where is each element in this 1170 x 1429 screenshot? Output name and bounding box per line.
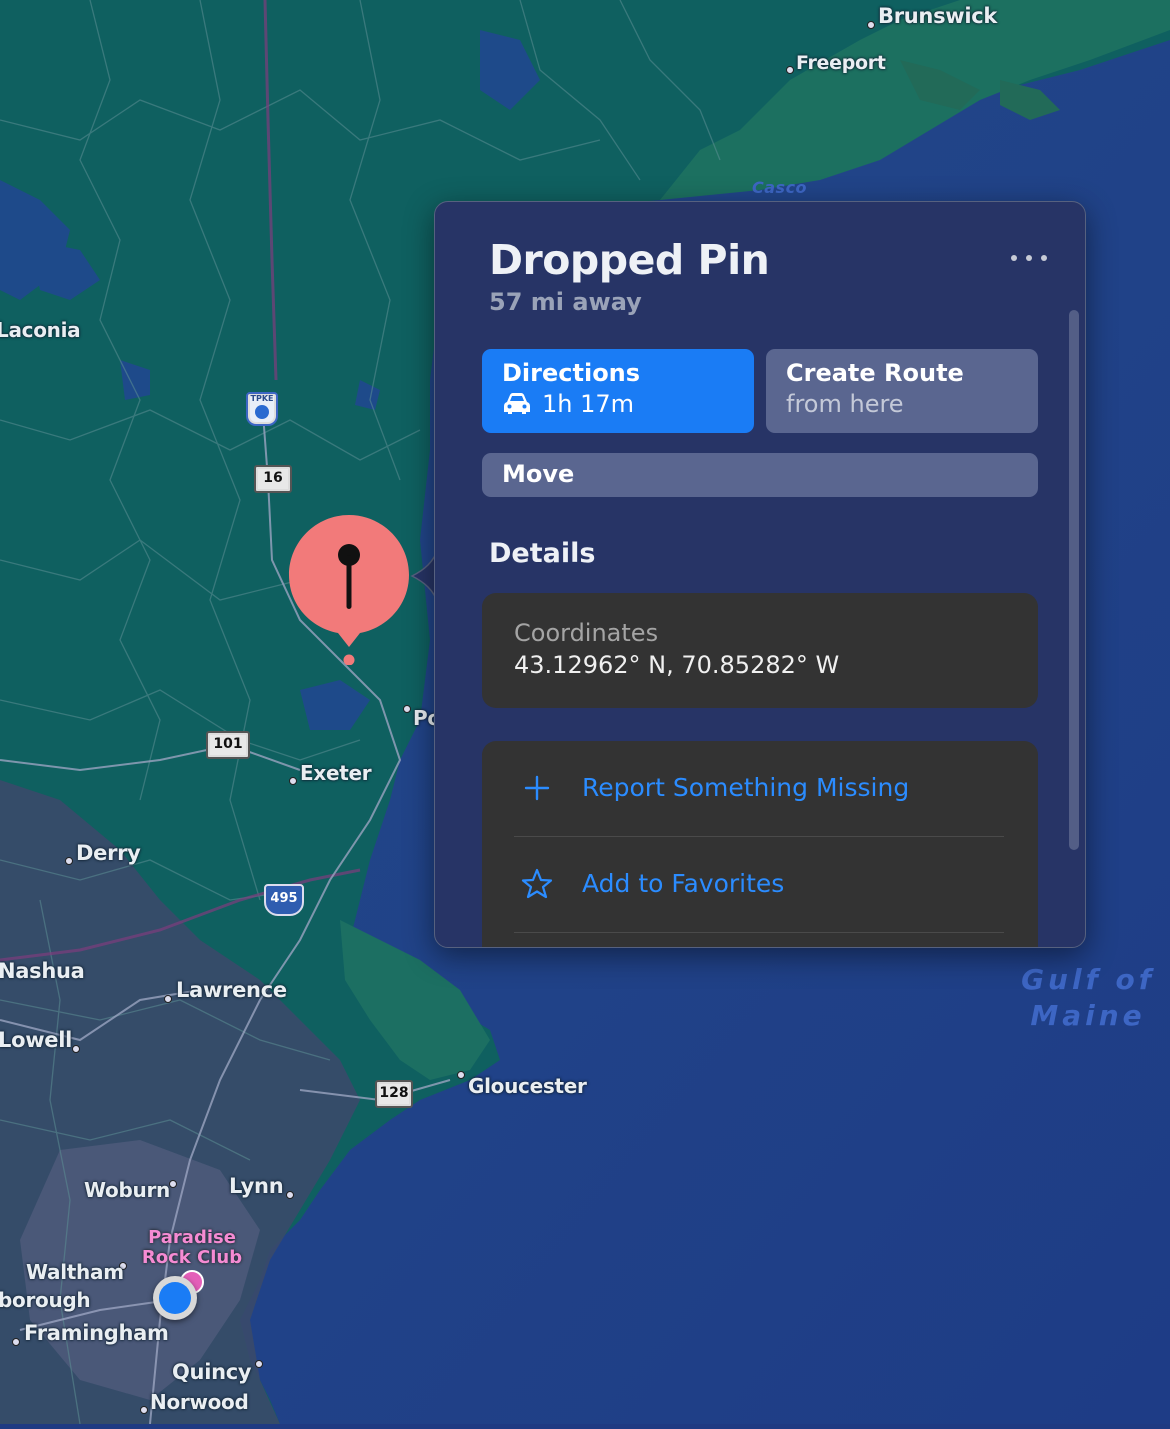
city-norwood[interactable]: Norwood bbox=[150, 1390, 249, 1414]
divider bbox=[514, 932, 1004, 933]
ellipsis-icon bbox=[1041, 255, 1047, 261]
report-something-missing-button[interactable]: Report Something Missing bbox=[482, 741, 1038, 837]
create-route-button[interactable]: Create Route from here bbox=[766, 349, 1038, 433]
city-dot bbox=[286, 1191, 294, 1199]
popover-scrollbar[interactable] bbox=[1069, 310, 1079, 850]
city-dot bbox=[140, 1406, 148, 1414]
city-dot bbox=[164, 995, 172, 1003]
water-label-gulf-of-maine: Gulf of Maine bbox=[1018, 962, 1158, 1034]
city-dot bbox=[867, 21, 875, 29]
create-route-sub: from here bbox=[786, 390, 904, 418]
user-location-icon[interactable] bbox=[153, 1276, 197, 1320]
directions-time: 1h 17m bbox=[542, 390, 635, 418]
report-missing-label: Report Something Missing bbox=[582, 773, 910, 802]
place-card-popover: Dropped Pin 57 mi away Directions 1h 17m… bbox=[434, 201, 1086, 948]
city-lawrence[interactable]: Lawrence bbox=[176, 978, 287, 1002]
route-128-shield: 128 bbox=[375, 1080, 413, 1108]
coordinates-label: Coordinates bbox=[514, 619, 659, 647]
water-label-casco: Casco bbox=[752, 178, 808, 197]
city-dot bbox=[72, 1045, 80, 1053]
coordinates-value: 43.12962° N, 70.85282° W bbox=[514, 651, 840, 679]
city-lowell[interactable]: Lowell bbox=[0, 1028, 72, 1052]
poi-label-line2: Rock Club bbox=[141, 1247, 243, 1268]
city-laconia[interactable]: Laconia bbox=[0, 318, 81, 342]
city-dot bbox=[169, 1180, 177, 1188]
turnpike-emblem-icon bbox=[255, 405, 269, 419]
poi-label-line1: Paradise bbox=[148, 1227, 236, 1248]
city-dot bbox=[255, 1360, 263, 1368]
coordinates-card[interactable]: Coordinates 43.12962° N, 70.85282° W bbox=[482, 593, 1038, 708]
city-dot bbox=[65, 857, 73, 865]
add-to-favorites-button[interactable]: Add to Favorites bbox=[482, 837, 1038, 933]
directions-eta: 1h 17m bbox=[502, 388, 734, 420]
place-distance: 57 mi away bbox=[489, 288, 642, 316]
car-icon bbox=[504, 393, 530, 414]
city-brunswick[interactable]: Brunswick bbox=[878, 4, 997, 28]
city-lynn[interactable]: Lynn bbox=[229, 1174, 284, 1198]
more-options-button[interactable] bbox=[1011, 248, 1047, 268]
user-location-dot bbox=[159, 1282, 191, 1314]
city-woburn[interactable]: Woburn bbox=[84, 1178, 170, 1202]
route-101-shield: 101 bbox=[206, 731, 250, 759]
city-gloucester[interactable]: Gloucester bbox=[468, 1074, 587, 1098]
move-label: Move bbox=[502, 460, 575, 488]
interstate-495-shield: 495 bbox=[264, 884, 304, 916]
city-dot bbox=[289, 777, 297, 785]
details-heading: Details bbox=[489, 538, 596, 569]
dropped-pin-marker-icon[interactable] bbox=[288, 515, 410, 665]
actions-card: Report Something Missing Add to Favorite… bbox=[482, 741, 1038, 947]
move-button[interactable]: Move bbox=[482, 453, 1038, 497]
city-framingham[interactable]: Framingham bbox=[24, 1321, 169, 1345]
add-favorites-label: Add to Favorites bbox=[582, 869, 785, 898]
star-icon bbox=[521, 868, 553, 899]
city-dot bbox=[786, 66, 794, 74]
city-dot bbox=[457, 1071, 465, 1079]
plus-icon bbox=[524, 775, 550, 801]
city-derry[interactable]: Derry bbox=[76, 841, 141, 865]
city-quincy[interactable]: Quincy bbox=[172, 1360, 252, 1384]
water-label-gulf-line1: Gulf of bbox=[1021, 963, 1155, 996]
city-nashua[interactable]: Nashua bbox=[0, 959, 85, 983]
directions-label: Directions bbox=[502, 359, 641, 387]
route-16-shield: 16 bbox=[254, 465, 292, 493]
place-title: Dropped Pin bbox=[489, 236, 770, 284]
water-label-gulf-line2: Maine bbox=[1030, 999, 1146, 1032]
ellipsis-icon bbox=[1011, 255, 1017, 261]
directions-button[interactable]: Directions 1h 17m bbox=[482, 349, 754, 433]
create-route-label: Create Route bbox=[786, 359, 964, 387]
city-freeport[interactable]: Freeport bbox=[796, 52, 886, 74]
city-waltham[interactable]: Waltham bbox=[26, 1260, 124, 1284]
ellipsis-icon bbox=[1026, 255, 1032, 261]
turnpike-shield: TPKE bbox=[246, 392, 278, 426]
city-dot bbox=[403, 705, 411, 713]
city-marlborough-partial[interactable]: borough bbox=[0, 1288, 91, 1312]
turnpike-label: TPKE bbox=[250, 394, 274, 403]
poi-paradise-rock-club[interactable]: Paradise Rock Club bbox=[140, 1228, 244, 1268]
city-dot bbox=[12, 1338, 20, 1346]
city-exeter[interactable]: Exeter bbox=[300, 761, 372, 785]
